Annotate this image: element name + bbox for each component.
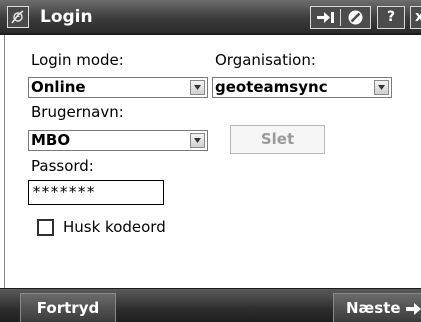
username-label: Brugernavn:: [31, 103, 124, 121]
connect-button[interactable]: [311, 7, 340, 28]
login-mode-select[interactable]: Online: [28, 77, 208, 98]
password-label: Passord:: [31, 157, 94, 175]
dropdown-arrow-icon[interactable]: [374, 80, 389, 95]
dropdown-arrow-icon[interactable]: [190, 133, 205, 148]
connect-arrow-icon: [317, 12, 334, 23]
left-border: [4, 35, 5, 288]
close-button[interactable]: x: [410, 6, 421, 29]
cancel-button[interactable]: Fortryd: [20, 293, 116, 322]
next-button[interactable]: Næste: [333, 293, 421, 322]
title-bar: Login ? x: [0, 0, 421, 35]
no-entry-button[interactable]: [341, 7, 370, 28]
username-select[interactable]: MBO: [28, 130, 208, 151]
app-icon: [7, 6, 29, 28]
prohibited-icon: [348, 10, 363, 25]
next-button-label: Næste: [346, 299, 401, 317]
dropdown-arrow-icon[interactable]: [190, 80, 205, 95]
help-button[interactable]: ?: [377, 6, 405, 29]
organisation-label: Organisation:: [215, 51, 316, 69]
login-mode-label: Login mode:: [31, 51, 124, 69]
login-mode-value: Online: [31, 78, 86, 96]
delete-button[interactable]: Slet: [230, 125, 325, 154]
organisation-value: geoteamsync: [215, 78, 328, 96]
arrow-right-icon: [406, 303, 421, 315]
username-value: MBO: [31, 131, 71, 149]
footer-bar: Fortryd Næste: [0, 288, 421, 322]
remember-password-checkbox[interactable]: [37, 219, 54, 236]
organisation-select[interactable]: geoteamsync: [212, 77, 392, 98]
password-field[interactable]: *******: [28, 180, 164, 205]
toolbar-button-group: [310, 6, 371, 29]
remember-password-label: Husk kodeord: [63, 218, 166, 236]
window-title: Login: [40, 7, 93, 27]
